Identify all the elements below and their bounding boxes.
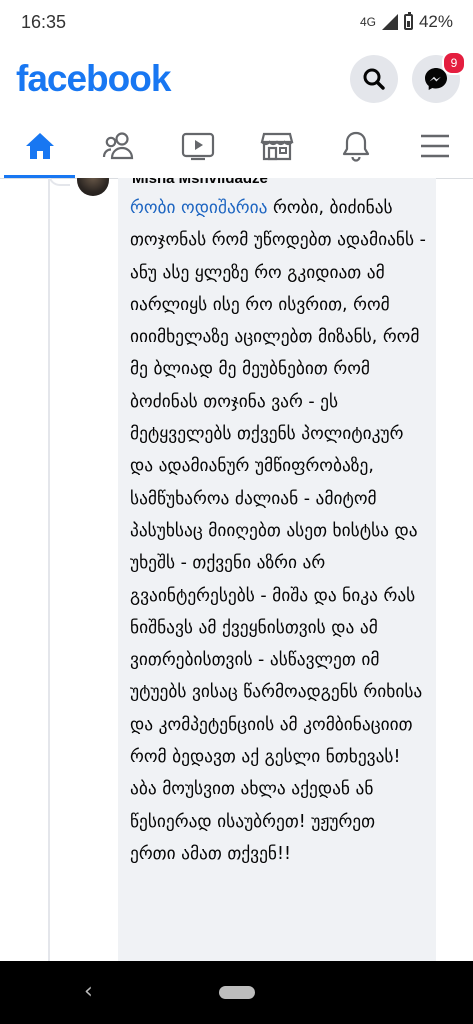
tab-menu[interactable]	[395, 116, 473, 176]
system-nav-bar: ‹	[0, 961, 473, 1024]
network-type: 4G	[359, 15, 376, 29]
signal-icon	[381, 14, 398, 30]
marketplace-icon	[260, 132, 293, 161]
thread-connector	[48, 178, 70, 186]
comment-thread: Misha Mshvildadze რობი ოდიშარია რობი, ბი…	[0, 178, 473, 961]
tab-marketplace[interactable]	[237, 116, 316, 176]
comment-text: რობი ოდიშარია რობი, ბიძინას თოჯონას რომ …	[130, 192, 426, 870]
status-bar: 16:35 4G 42%	[0, 0, 473, 46]
tab-notifications[interactable]	[316, 116, 395, 176]
comment-mention[interactable]: რობი ოდიშარია	[130, 198, 267, 218]
battery-percent: 42%	[418, 12, 453, 31]
friends-icon	[102, 132, 133, 160]
status-time: 16:35	[21, 12, 67, 32]
search-button[interactable]	[350, 55, 398, 103]
home-pill[interactable]	[219, 986, 255, 999]
search-icon	[363, 68, 385, 90]
thread-line	[48, 178, 50, 961]
messenger-badge: 9	[442, 51, 466, 75]
avatar[interactable]	[77, 178, 109, 196]
back-icon[interactable]: ‹	[84, 979, 93, 1004]
comment-body: რობი, ბიძინას თოჯონას რომ უწოდებთ ადამია…	[130, 198, 426, 864]
watch-icon	[181, 132, 214, 161]
menu-icon	[420, 134, 449, 158]
messenger-button[interactable]: 9	[412, 51, 466, 103]
tab-friends[interactable]	[79, 116, 158, 176]
tab-bar	[0, 116, 473, 179]
status-icons: 4G 42%	[360, 12, 453, 32]
tab-watch[interactable]	[158, 116, 237, 176]
bell-icon	[342, 131, 369, 162]
battery-icon	[403, 12, 413, 30]
home-icon	[25, 133, 54, 159]
tab-home[interactable]	[0, 116, 79, 178]
comment-author[interactable]: Misha Mshvildadze	[132, 178, 268, 187]
app-header: facebook 9	[0, 46, 473, 116]
facebook-logo[interactable]: facebook	[16, 58, 171, 100]
